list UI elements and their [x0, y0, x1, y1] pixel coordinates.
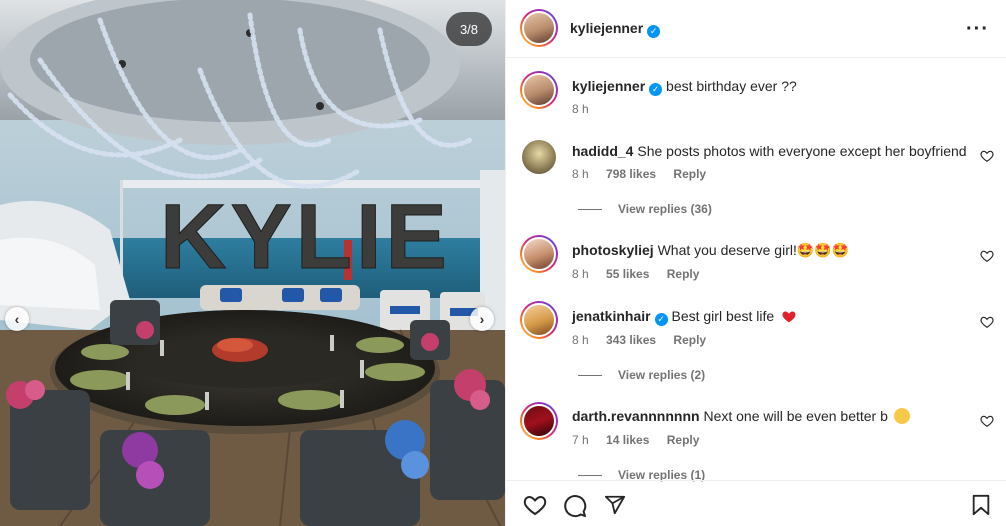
caption-time: 8 h	[572, 102, 589, 116]
verified-badge-icon: ✓	[654, 313, 668, 326]
reply-button[interactable]: Reply	[673, 167, 706, 181]
commenter-username[interactable]: hadidd_4	[572, 143, 633, 159]
view-replies-button[interactable]: View replies (2)	[578, 368, 705, 382]
post-side-panel: kyliejenner ✓ ··· kyliejenner ✓ best birth…	[505, 0, 1006, 526]
post-photo[interactable]: KYLIE 3/8 ‹ ›	[0, 0, 505, 526]
caption-avatar[interactable]	[520, 71, 558, 109]
comment-text: Next one will be even better b	[703, 408, 888, 424]
wink-emoji-icon	[893, 408, 910, 424]
author-avatar[interactable]	[520, 9, 558, 47]
comment-item: jenatkinhair ✓ Best girl best life 8 h 34…	[506, 298, 1006, 388]
comment-time: 7 h	[572, 433, 589, 447]
photo-counter: 3/8	[446, 12, 492, 46]
reply-button[interactable]: Reply	[667, 433, 700, 447]
caption-text: best birthday ever ??	[666, 78, 797, 94]
commenter-username[interactable]: darth.revannnnnnn	[572, 408, 700, 424]
verified-badge-icon: ✓	[649, 83, 663, 96]
chevron-right-icon: ›	[479, 311, 485, 327]
commenter-avatar[interactable]	[522, 140, 556, 174]
comment-likes[interactable]: 14 likes	[606, 433, 649, 447]
like-comment-heart-icon[interactable]	[980, 414, 994, 428]
next-photo-button[interactable]: ›	[470, 307, 494, 331]
svg-text:KYLIE: KYLIE	[160, 186, 451, 288]
reply-button[interactable]: Reply	[667, 267, 700, 281]
comment-text: What you deserve girl!🤩🤩🤩	[657, 242, 850, 258]
comment-time: 8 h	[572, 167, 589, 181]
red-heart-emoji-icon	[782, 311, 796, 323]
previous-photo-button[interactable]: ‹	[5, 307, 29, 331]
share-icon[interactable]	[604, 494, 626, 516]
comment-item: darth.revannnnnnn Next one will be even …	[506, 399, 1006, 482]
comment-item: hadidd_4 She posts photos with everyone …	[506, 135, 1006, 225]
verified-badge-icon: ✓	[647, 25, 661, 38]
comment-time: 8 h	[572, 333, 589, 347]
commenter-avatar[interactable]	[520, 402, 558, 440]
divider-line	[578, 375, 602, 377]
divider-line	[578, 209, 602, 211]
like-comment-heart-icon[interactable]	[980, 149, 994, 163]
view-replies-button[interactable]: View replies (36)	[578, 202, 712, 216]
post-action-bar	[506, 480, 1006, 526]
comment-likes[interactable]: 798 likes	[606, 167, 656, 181]
heart-icon[interactable]	[523, 494, 547, 516]
chevron-left-icon: ‹	[14, 311, 20, 327]
comment-likes[interactable]: 55 likes	[606, 267, 649, 281]
yacht-dinner-photo: KYLIE	[0, 0, 505, 526]
like-comment-heart-icon[interactable]	[980, 315, 994, 329]
commenter-username[interactable]: photoskyliej	[572, 242, 654, 258]
comment-item: photoskyliej What you deserve girl!🤩🤩🤩 8…	[506, 232, 1006, 292]
comment-text: She posts photos with everyone except he…	[637, 143, 967, 159]
commenter-username[interactable]: jenatkinhair	[572, 308, 651, 324]
caption-username[interactable]: kyliejenner	[572, 78, 645, 94]
kylie-balloons: KYLIE	[160, 186, 451, 289]
comment-text: Best girl best life	[671, 308, 775, 324]
instagram-post-view: KYLIE 3/8 ‹ › kyliejenner ✓ ··· kyliejen…	[0, 0, 1006, 526]
reply-button[interactable]: Reply	[673, 333, 706, 347]
bookmark-icon[interactable]	[971, 494, 991, 516]
commenter-avatar[interactable]	[520, 235, 558, 273]
like-comment-heart-icon[interactable]	[980, 249, 994, 263]
author-username[interactable]: kyliejenner	[570, 20, 643, 36]
commenter-avatar[interactable]	[520, 301, 558, 339]
post-caption: kyliejenner ✓ best birthday ever ?? 8 h	[506, 68, 1006, 128]
post-header: kyliejenner ✓ ···	[506, 0, 1006, 58]
more-options-icon[interactable]: ···	[966, 18, 989, 41]
comment-likes[interactable]: 343 likes	[606, 333, 656, 347]
comment-icon[interactable]	[563, 494, 587, 518]
divider-line	[578, 475, 602, 477]
comment-time: 8 h	[572, 267, 589, 281]
